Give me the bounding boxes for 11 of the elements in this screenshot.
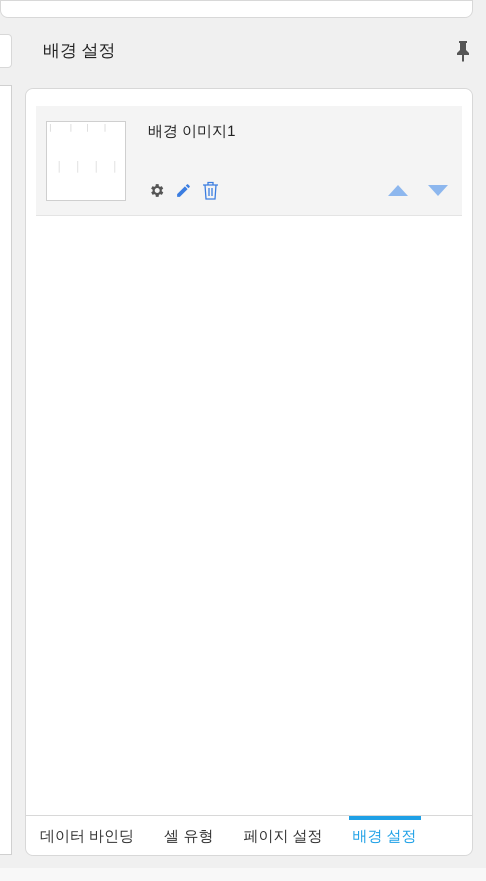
tab[interactable]: 페이지 설정 (239, 816, 327, 855)
panel-title: 배경 설정 (42, 40, 116, 62)
edit-icon[interactable] (175, 182, 192, 199)
move-down-icon[interactable] (428, 185, 448, 196)
tab[interactable]: 셀 유형 (160, 816, 218, 855)
image-item[interactable]: 배경 이미지1 (36, 106, 462, 216)
image-name: 배경 이미지1 (148, 122, 237, 142)
move-up-icon[interactable] (388, 185, 408, 196)
delete-icon[interactable] (202, 181, 219, 200)
pin-icon[interactable] (457, 40, 469, 62)
tab[interactable]: 데이터 바인딩 (36, 816, 138, 855)
